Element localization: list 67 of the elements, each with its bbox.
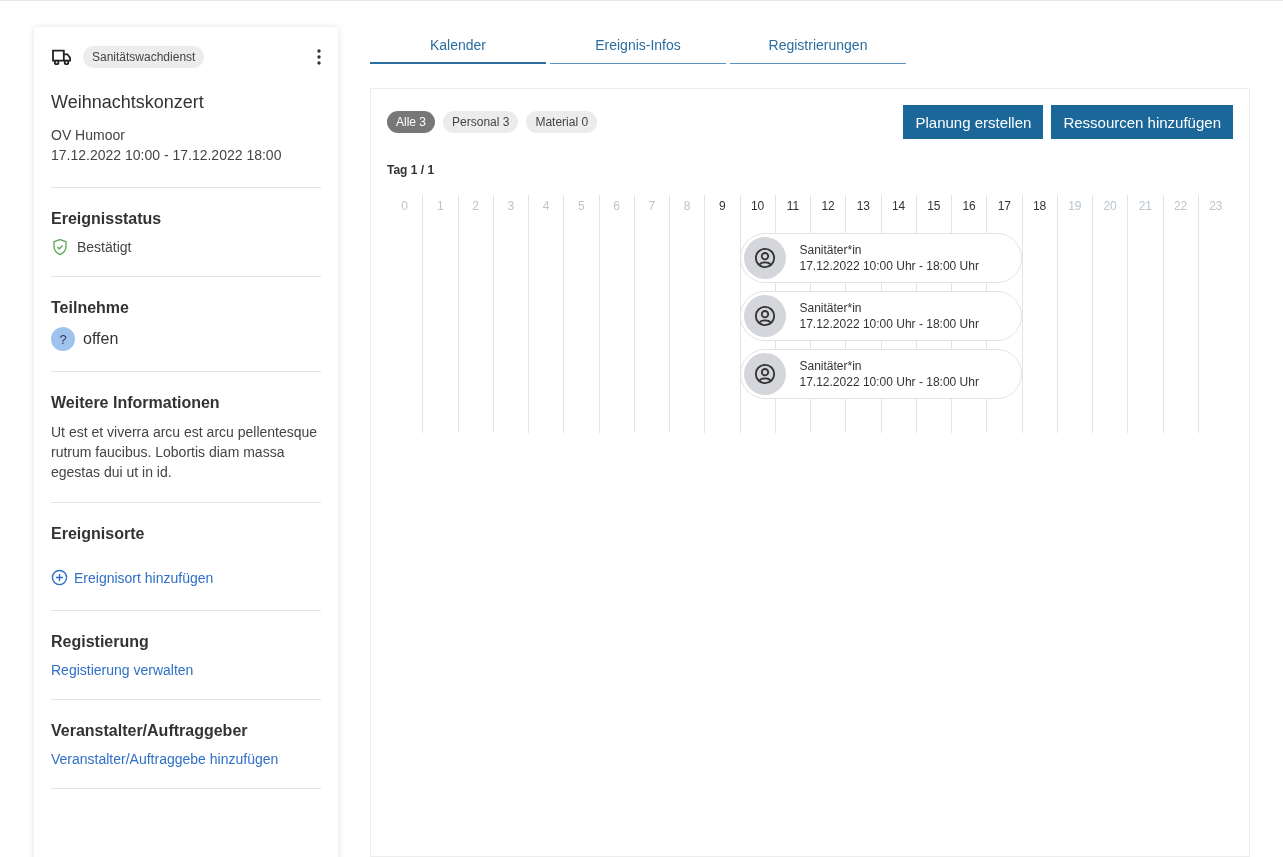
action-button[interactable]: Ressourcen hinzufügen	[1051, 105, 1233, 139]
organization-text: OV Humoor	[51, 126, 126, 145]
booking-time: 17.12.2022 10:00 Uhr - 18:00 Uhr	[799, 374, 979, 390]
tab[interactable]: Registrierungen	[730, 27, 906, 64]
shield-check-icon	[51, 238, 69, 256]
filter-chip[interactable]: Alle 3	[387, 111, 436, 133]
booking-time: 17.12.2022 10:00 Uhr - 18:00 Uhr	[799, 258, 979, 274]
hour-label: 20	[1103, 199, 1117, 213]
section-heading: Veranstalter/Auftraggeber	[51, 722, 249, 740]
booking-title: Sanitäter*in	[799, 242, 863, 258]
section-heading: Ereignisstatus	[51, 210, 163, 228]
hour-label: 10	[750, 199, 765, 213]
hour-label: 6	[613, 199, 620, 213]
user-icon	[753, 247, 776, 269]
user-icon	[753, 305, 776, 327]
hour-label: 9	[719, 199, 726, 213]
truck-icon	[51, 48, 73, 66]
hour-label: 7	[648, 199, 656, 213]
hour-label: 18	[1032, 199, 1047, 213]
section-link[interactable]: Registierung verwalten	[51, 662, 194, 678]
hour-label: 22	[1173, 199, 1188, 213]
hour-label: 5	[578, 199, 585, 213]
hour-label: 12	[821, 199, 835, 213]
event-title: Weihnachtskonzert	[51, 92, 205, 113]
date-range-text: 17.12.2022 10:00 - 17.12.2022 18:00	[51, 146, 283, 165]
booking-title: Sanitäter*in	[799, 358, 863, 374]
section-heading: Registierung	[51, 633, 150, 651]
question-mark-badge: ?	[51, 327, 75, 351]
add-location-link[interactable]: Ereignisort hinzufügen	[51, 569, 214, 586]
hour-label: 0	[401, 199, 408, 213]
section-heading: Teilnehme	[51, 299, 130, 317]
hour-label: 23	[1209, 199, 1223, 213]
section-link[interactable]: Veranstalter/Auftraggebe hinzufügen	[51, 751, 279, 767]
filter-chip[interactable]: Material 0	[526, 111, 598, 133]
booking-bar[interactable]: Sanitäter*in 17.12.2022 10:00 Uhr - 18:00 Uhr	[739, 291, 1022, 341]
booking-time: 17.12.2022 10:00 Uhr - 18:00 Uhr	[799, 316, 979, 332]
hour-label: 4	[542, 199, 550, 213]
hour-label: 19	[1068, 199, 1082, 213]
day-label: Tag 1 / 1	[387, 163, 436, 179]
participation-status: offen	[83, 330, 119, 348]
booking-title: Sanitäter*in	[799, 300, 863, 316]
action-button[interactable]: Planung erstellen	[903, 105, 1044, 139]
hour-label: 8	[683, 199, 691, 213]
filter-chip[interactable]: Personal 3	[443, 111, 519, 133]
tab[interactable]: Ereignis-Infos	[550, 27, 726, 64]
plus-circle-icon	[51, 569, 68, 586]
hour-label: 21	[1138, 199, 1153, 213]
status-text: Bestätigt	[77, 239, 132, 255]
tab[interactable]: Kalender	[370, 27, 546, 64]
category-tag: Sanitätswachdienst	[83, 46, 205, 68]
hour-label: 1	[437, 199, 444, 213]
hour-label: 11	[786, 199, 800, 213]
section-heading: Ereignisorte	[51, 525, 146, 543]
section-heading: Weitere Informationen	[51, 394, 221, 412]
hour-label: 13	[856, 199, 871, 213]
hour-label: 16	[962, 199, 976, 213]
hour-label: 15	[927, 199, 941, 213]
booking-bar[interactable]: Sanitäter*in 17.12.2022 10:00 Uhr - 18:00 Uhr	[739, 233, 1022, 283]
more-menu-button[interactable]	[317, 49, 321, 65]
hour-label: 17	[997, 199, 1012, 213]
user-icon	[753, 363, 776, 385]
hour-label: 2	[472, 199, 479, 213]
hour-label: 3	[507, 199, 515, 213]
info-text: Ut est et viverra arcu est arcu pellentesque rutrum faucibus. Lobortis diam massa egestas dui ut in id.	[51, 423, 319, 482]
booking-bar[interactable]: Sanitäter*in 17.12.2022 10:00 Uhr - 18:00 Uhr	[739, 349, 1022, 399]
hour-label: 14	[891, 199, 906, 213]
more-vertical-icon	[317, 49, 321, 65]
